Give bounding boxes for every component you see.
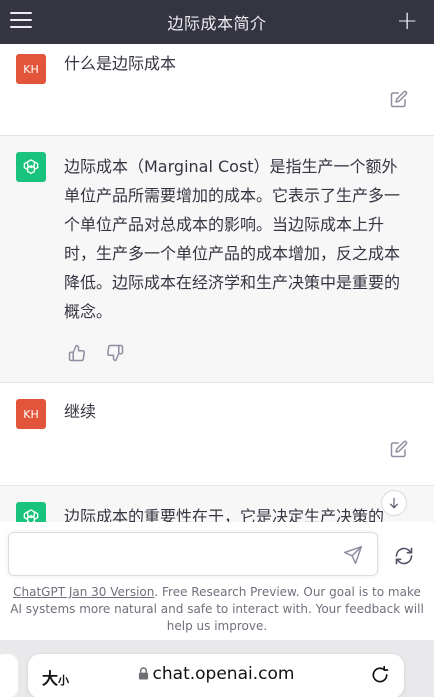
- new-chat-icon[interactable]: +: [396, 8, 418, 34]
- reload-icon[interactable]: [370, 665, 390, 685]
- thumbs-up-icon[interactable]: [68, 344, 86, 362]
- thumbs-down-icon[interactable]: [106, 344, 124, 362]
- menu-icon[interactable]: [10, 12, 32, 30]
- assistant-message: 边际成本（Marginal Cost）是指生产一个额外单位产品所需要增加的成本。…: [0, 136, 434, 383]
- top-bar: 边际成本简介 +: [0, 0, 434, 44]
- url-text: chat.openai.com: [152, 664, 295, 684]
- previous-tab[interactable]: [0, 654, 18, 697]
- assistant-avatar: [16, 152, 46, 182]
- address-bar[interactable]: 大小 chat.openai.com: [28, 654, 404, 697]
- composer-area: ChatGPT Jan 30 Version. Free Research Pr…: [0, 522, 434, 640]
- regenerate-icon[interactable]: [394, 546, 414, 566]
- edit-icon[interactable]: [390, 90, 408, 108]
- prompt-input[interactable]: [8, 532, 378, 576]
- openai-logo-icon: [23, 159, 39, 175]
- disclaimer-text: ChatGPT Jan 30 Version. Free Research Pr…: [8, 584, 426, 635]
- version-link[interactable]: ChatGPT Jan 30 Version: [13, 585, 154, 599]
- user-message: KH 继续: [0, 383, 434, 486]
- conversation-title: 边际成本简介: [167, 14, 267, 33]
- arrow-down-icon: [389, 497, 399, 509]
- user-message: KH 什么是边际成本: [0, 44, 434, 136]
- user-message-text: 什么是边际成本: [64, 54, 177, 73]
- user-message-text: 继续: [64, 402, 97, 421]
- browser-bottom-bar: 大小 chat.openai.com: [0, 640, 434, 697]
- url-display[interactable]: chat.openai.com: [28, 664, 404, 684]
- user-avatar: KH: [16, 54, 46, 84]
- lock-icon: [138, 667, 148, 680]
- assistant-message-text: 边际成本（Marginal Cost）是指生产一个额外单位产品所需要增加的成本。…: [64, 157, 401, 321]
- edit-icon[interactable]: [390, 440, 408, 458]
- user-avatar: KH: [16, 399, 46, 429]
- scroll-to-bottom-button[interactable]: [381, 490, 407, 516]
- send-icon[interactable]: [343, 545, 363, 565]
